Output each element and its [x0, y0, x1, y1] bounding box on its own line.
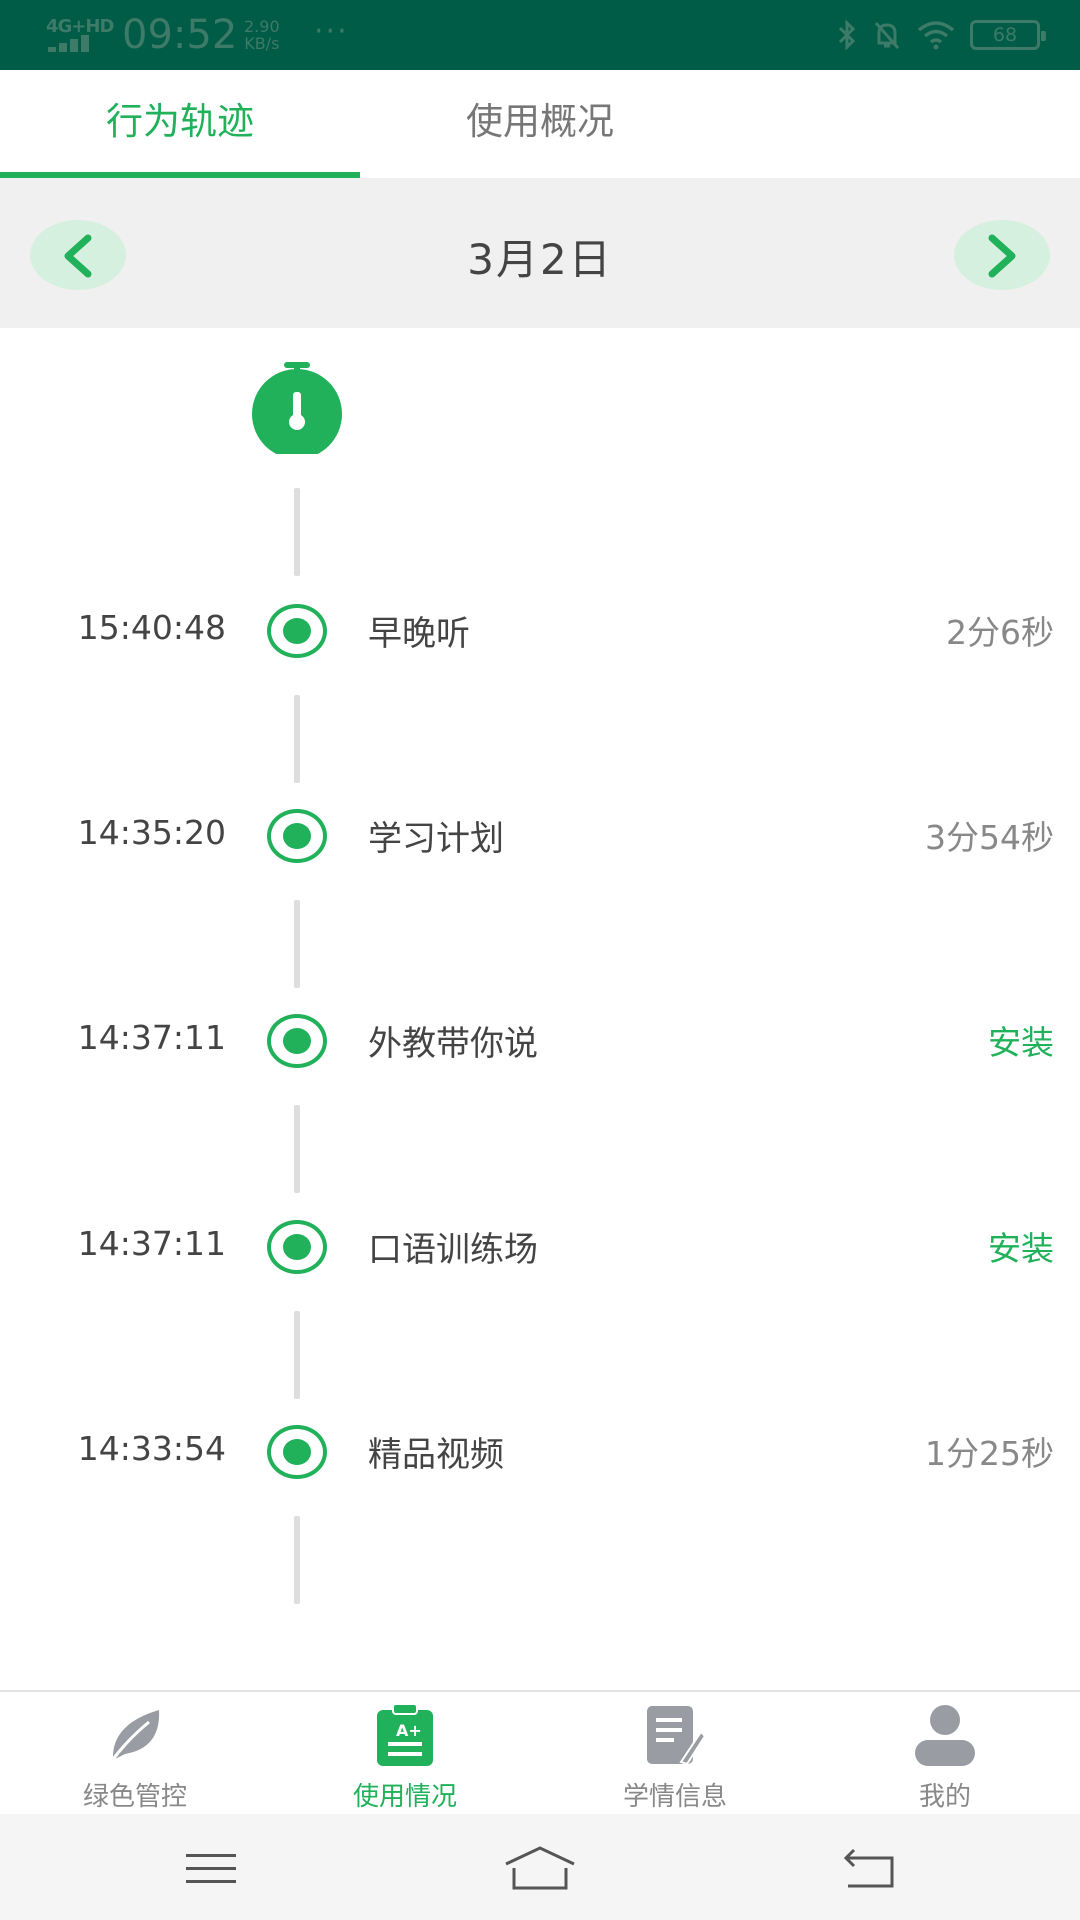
- entry-app-name: 口语训练场: [368, 1230, 538, 1270]
- tab-usage-overview[interactable]: 使用概况: [360, 70, 720, 176]
- previous-day-button[interactable]: [30, 220, 126, 290]
- bottom-navigation: 绿色管控 A+ 使用情况 学情信息 我的: [0, 1690, 1080, 1814]
- tab-bar: 行为轨迹 使用概况: [0, 70, 1080, 178]
- battery-icon: 68: [970, 20, 1046, 50]
- timeline-dot-icon: [267, 1220, 327, 1274]
- entry-app-name: 精品视频: [368, 1435, 504, 1475]
- wifi-icon: [917, 21, 955, 50]
- signal-icon: [48, 34, 100, 52]
- more-notifications-icon: ···: [314, 14, 349, 49]
- nav-label: 我的: [918, 1782, 971, 1812]
- timeline-entry: 14:33:54 精品视频 1分25秒: [0, 1419, 1080, 1489]
- install-button[interactable]: 安装: [988, 1016, 1054, 1064]
- entry-time: 14:37:11: [77, 1224, 226, 1263]
- nav-label: 使用情况: [352, 1782, 457, 1812]
- entry-app-name: 早晚听: [368, 614, 470, 654]
- back-icon[interactable]: [840, 1844, 900, 1894]
- nav-usage[interactable]: A+ 使用情况: [270, 1692, 540, 1814]
- stopwatch-icon: [252, 362, 342, 454]
- mute-bell-icon: [874, 22, 900, 49]
- entry-app-name: 学习计划: [368, 819, 504, 859]
- behavior-timeline: 15:40:48 早晚听 2分6秒 14:35:20 学习计划 3分54秒 14…: [0, 328, 1080, 1688]
- timeline-entry: 15:40:48 早晚听 2分6秒: [0, 598, 1080, 668]
- nav-mine[interactable]: 我的: [810, 1692, 1080, 1814]
- network-speed-unit: KB/s: [244, 34, 280, 53]
- date-navigator: 3月2日: [0, 178, 1080, 328]
- menu-icon[interactable]: [182, 1844, 242, 1894]
- timeline-entry: 14:37:11 口语训练场 安装: [0, 1214, 1080, 1284]
- timeline-entry: 14:37:11 外教带你说 安装: [0, 1008, 1080, 1078]
- entry-duration: 1分25秒: [925, 1434, 1054, 1473]
- entry-time: 14:33:54: [77, 1429, 226, 1468]
- nav-label: 绿色管控: [82, 1782, 187, 1812]
- timeline-dot-icon: [267, 604, 327, 658]
- current-date: 3月2日: [467, 235, 613, 284]
- network-speed: 2.90 KB/s: [244, 18, 280, 52]
- entry-duration: 3分54秒: [925, 818, 1054, 857]
- timeline-dot-icon: [267, 1425, 327, 1479]
- person-icon: [915, 1705, 975, 1766]
- entry-time: 14:35:20: [77, 813, 226, 852]
- entry-time: 14:37:11: [77, 1018, 226, 1057]
- system-navigation-bar: [0, 1814, 1080, 1920]
- timeline-connector: [294, 1311, 300, 1399]
- entry-duration: 2分6秒: [946, 613, 1054, 652]
- timeline-connector: [294, 695, 300, 783]
- chevron-left-icon: [64, 234, 92, 278]
- entry-time: 15:40:48: [77, 608, 226, 647]
- timeline-entry: 14:35:20 学习计划 3分54秒: [0, 803, 1080, 873]
- report-card-icon: A+: [377, 1704, 433, 1766]
- timeline-connector: [294, 1516, 300, 1604]
- timeline-dot-icon: [267, 809, 327, 863]
- nav-label: 学情信息: [622, 1782, 727, 1812]
- nav-study-info[interactable]: 学情信息: [540, 1692, 810, 1814]
- document-edit-icon: [647, 1706, 705, 1766]
- tab-behavior-track[interactable]: 行为轨迹: [0, 70, 360, 176]
- timeline-connector: [294, 1105, 300, 1193]
- install-button[interactable]: 安装: [988, 1222, 1054, 1270]
- entry-app-name: 外教带你说: [368, 1024, 538, 1064]
- status-bar: 4G+HD 09:52 2.90 KB/s ··· 68: [0, 0, 1080, 70]
- timeline-connector: [294, 900, 300, 988]
- leaf-icon: [109, 1710, 160, 1763]
- nav-green-control[interactable]: 绿色管控: [0, 1692, 270, 1814]
- svg-text:A+: A+: [396, 1721, 422, 1740]
- home-icon[interactable]: [502, 1844, 578, 1894]
- status-time: 09:52: [122, 12, 238, 58]
- timeline-dot-icon: [267, 1014, 327, 1068]
- timeline-connector: [294, 488, 300, 576]
- next-day-button[interactable]: [954, 220, 1050, 290]
- bluetooth-icon: [838, 19, 856, 51]
- chevron-right-icon: [988, 234, 1016, 278]
